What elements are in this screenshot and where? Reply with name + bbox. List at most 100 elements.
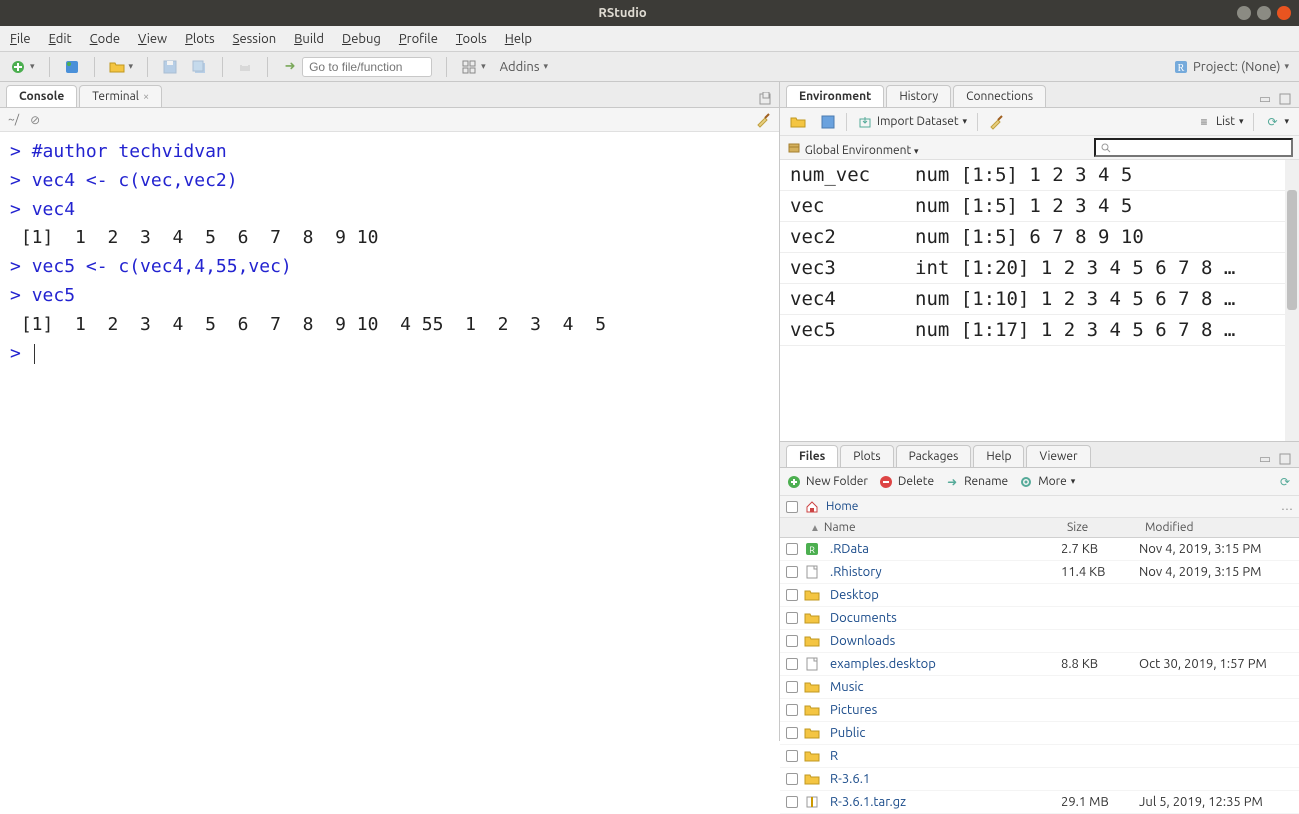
- console-output[interactable]: > #author techvidvan> vec4 <- c(vec,vec2…: [0, 132, 779, 741]
- file-row[interactable]: Desktop: [780, 584, 1299, 607]
- file-link[interactable]: Music: [830, 680, 864, 694]
- file-row[interactable]: R-3.6.1.tar.gz29.1 MBJul 5, 2019, 12:35 …: [780, 791, 1299, 814]
- print-button[interactable]: [233, 57, 257, 77]
- menu-tools[interactable]: Tools: [456, 32, 487, 46]
- tab-files[interactable]: Files: [786, 445, 838, 467]
- file-link[interactable]: examples.desktop: [830, 657, 936, 671]
- close-icon[interactable]: ×: [143, 91, 149, 103]
- broom-icon[interactable]: [755, 112, 771, 128]
- save-workspace-button[interactable]: [816, 112, 840, 132]
- file-row[interactable]: R: [780, 745, 1299, 768]
- file-checkbox[interactable]: [786, 658, 798, 670]
- project-menu[interactable]: R Project: (None) ▾: [1169, 57, 1293, 77]
- file-checkbox[interactable]: [786, 543, 798, 555]
- menu-plots[interactable]: Plots: [185, 32, 215, 46]
- tab-history[interactable]: History: [886, 85, 951, 107]
- file-checkbox[interactable]: [786, 727, 798, 739]
- tab-packages[interactable]: Packages: [896, 445, 972, 467]
- env-row[interactable]: vec4num [1:10] 1 2 3 4 5 6 7 8 …: [780, 284, 1299, 315]
- tab-environment[interactable]: Environment: [786, 85, 884, 107]
- rename-button[interactable]: ➜ Rename: [944, 474, 1008, 490]
- refresh-icon[interactable]: ⟳: [1277, 474, 1293, 490]
- menu-view[interactable]: View: [138, 32, 167, 46]
- menu-profile[interactable]: Profile: [399, 32, 438, 46]
- file-link[interactable]: R-3.6.1: [830, 772, 870, 786]
- env-row[interactable]: vec3int [1:20] 1 2 3 4 5 6 7 8 …: [780, 253, 1299, 284]
- tab-terminal[interactable]: Terminal×: [79, 85, 162, 107]
- file-row[interactable]: Downloads: [780, 630, 1299, 653]
- column-size-header[interactable]: Size: [1061, 521, 1139, 534]
- env-search-input[interactable]: [1094, 138, 1293, 157]
- delete-button[interactable]: Delete: [878, 474, 934, 490]
- file-checkbox[interactable]: [786, 750, 798, 762]
- env-row[interactable]: vecnum [1:5] 1 2 3 4 5: [780, 191, 1299, 222]
- file-link[interactable]: Pictures: [830, 703, 877, 717]
- file-link[interactable]: R-3.6.1.tar.gz: [830, 795, 906, 809]
- more-button[interactable]: More ▾: [1018, 474, 1075, 490]
- load-workspace-button[interactable]: [786, 112, 810, 132]
- import-dataset-button[interactable]: Import Dataset ▾: [853, 112, 971, 132]
- menu-debug[interactable]: Debug: [342, 32, 381, 46]
- phi-icon[interactable]: ⊘: [27, 112, 43, 128]
- minimize-icon[interactable]: ▭: [1257, 91, 1273, 107]
- file-checkbox[interactable]: [786, 612, 798, 624]
- tab-console[interactable]: Console: [6, 85, 77, 107]
- file-checkbox[interactable]: [786, 704, 798, 716]
- file-link[interactable]: Downloads: [830, 634, 895, 648]
- menu-build[interactable]: Build: [294, 32, 324, 46]
- popout-icon[interactable]: [1277, 451, 1293, 467]
- env-row[interactable]: num_vecnum [1:5] 1 2 3 4 5: [780, 160, 1299, 191]
- save-button[interactable]: [158, 57, 182, 77]
- file-link[interactable]: .Rhistory: [830, 565, 882, 579]
- env-row[interactable]: vec2num [1:5] 6 7 8 9 10: [780, 222, 1299, 253]
- file-link[interactable]: Desktop: [830, 588, 879, 602]
- goto-file-input[interactable]: [302, 57, 432, 77]
- clear-workspace-button[interactable]: [984, 112, 1008, 132]
- menu-session[interactable]: Session: [233, 32, 276, 46]
- menu-code[interactable]: Code: [90, 32, 120, 46]
- save-all-button[interactable]: [188, 57, 212, 77]
- breadcrumb-home[interactable]: Home: [826, 500, 858, 513]
- file-checkbox[interactable]: [786, 773, 798, 785]
- scope-selector[interactable]: Global Environment ▾: [786, 139, 919, 157]
- file-row[interactable]: R-3.6.1: [780, 768, 1299, 791]
- file-row[interactable]: R.RData2.7 KBNov 4, 2019, 3:15 PM: [780, 538, 1299, 561]
- file-list[interactable]: R.RData2.7 KBNov 4, 2019, 3:15 PM .Rhisto…: [780, 538, 1299, 814]
- new-file-button[interactable]: ▾: [6, 57, 39, 77]
- new-folder-button[interactable]: New Folder: [786, 474, 868, 490]
- tab-help[interactable]: Help: [973, 445, 1024, 467]
- home-icon[interactable]: [804, 499, 820, 515]
- popout-icon[interactable]: [1277, 91, 1293, 107]
- file-row[interactable]: examples.desktop8.8 KBOct 30, 2019, 1:57…: [780, 653, 1299, 676]
- menu-file[interactable]: File: [10, 32, 31, 46]
- window-minimize-button[interactable]: [1237, 6, 1251, 20]
- column-name-header[interactable]: ▲Name: [804, 521, 1061, 534]
- file-checkbox[interactable]: [786, 681, 798, 693]
- popout-icon[interactable]: [757, 91, 773, 107]
- file-row[interactable]: Music: [780, 676, 1299, 699]
- file-row[interactable]: Public: [780, 722, 1299, 745]
- column-modified-header[interactable]: Modified: [1139, 521, 1299, 534]
- env-row[interactable]: vec5num [1:17] 1 2 3 4 5 6 7 8 …: [780, 315, 1299, 346]
- file-checkbox[interactable]: [786, 566, 798, 578]
- scrollbar[interactable]: [1285, 160, 1299, 441]
- file-checkbox[interactable]: [786, 796, 798, 808]
- tab-viewer[interactable]: Viewer: [1026, 445, 1090, 467]
- goto-function-button[interactable]: ➜: [278, 55, 436, 79]
- refresh-button[interactable]: ⟳▾: [1260, 112, 1293, 132]
- open-file-button[interactable]: ▾: [105, 57, 138, 77]
- addins-button[interactable]: Addins ▾: [496, 58, 552, 76]
- file-link[interactable]: .RData: [830, 542, 869, 556]
- tab-plots[interactable]: Plots: [840, 445, 893, 467]
- file-row[interactable]: Documents: [780, 607, 1299, 630]
- window-close-button[interactable]: [1277, 6, 1291, 20]
- tab-connections[interactable]: Connections: [953, 85, 1046, 107]
- menu-help[interactable]: Help: [505, 32, 532, 46]
- file-checkbox[interactable]: [786, 589, 798, 601]
- file-link[interactable]: Documents: [830, 611, 897, 625]
- file-link[interactable]: Public: [830, 726, 865, 740]
- menu-edit[interactable]: Edit: [49, 32, 72, 46]
- environment-table[interactable]: num_vecnum [1:5] 1 2 3 4 5vecnum [1:5] 1…: [780, 160, 1299, 441]
- more-path-icon[interactable]: …: [1281, 500, 1293, 513]
- new-project-button[interactable]: [60, 57, 84, 77]
